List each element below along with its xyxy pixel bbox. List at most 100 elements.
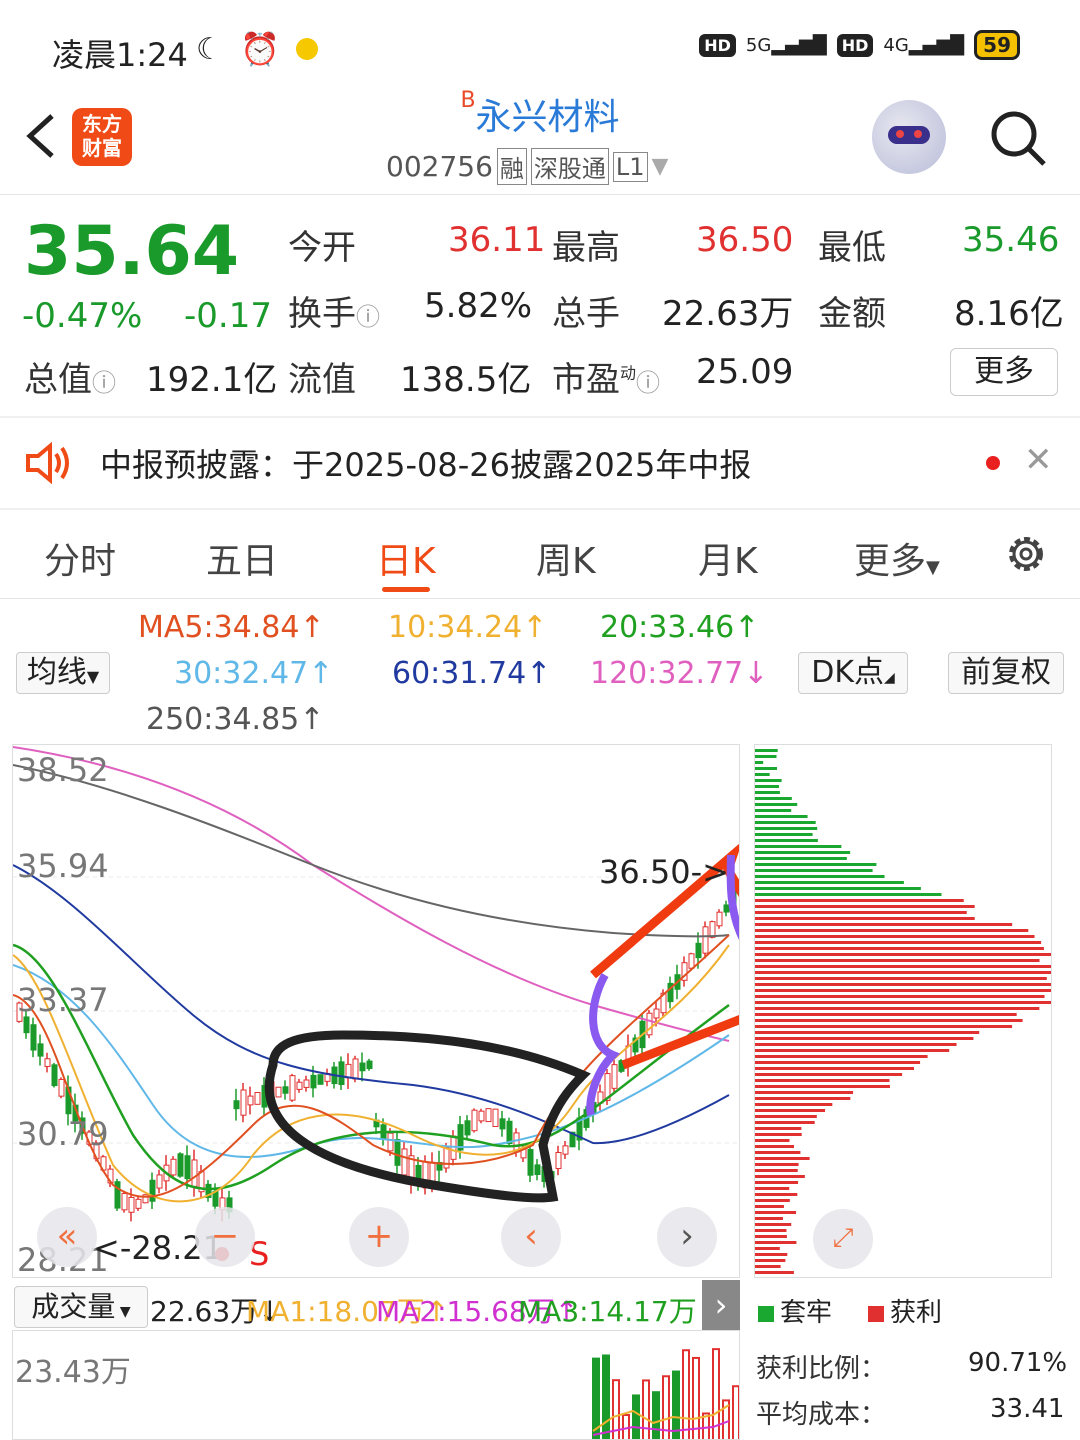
distribution-bar xyxy=(755,839,818,842)
candle-body xyxy=(387,1132,394,1152)
chip-distribution[interactable]: ⤢ xyxy=(754,744,1052,1278)
tab-five-day[interactable]: 五日 xyxy=(206,532,278,584)
distribution-bar xyxy=(755,827,818,830)
distribution-bar xyxy=(755,1019,1023,1022)
eastmoney-logo[interactable]: 东方 财富 xyxy=(72,108,132,166)
dk-point-button[interactable]: DK点◢ xyxy=(798,652,908,694)
distribution-bar xyxy=(755,1121,815,1124)
tab-intraday[interactable]: 分时 xyxy=(44,532,116,584)
high-label: 最高 xyxy=(552,228,620,268)
candle-body xyxy=(177,1153,184,1177)
pe-label: 市盈动ⓘ xyxy=(552,360,661,400)
ma5-value: MA5:34.84↑ xyxy=(138,610,325,645)
expand-icon[interactable]: ⤢ xyxy=(813,1209,873,1269)
y-label-4: 30.79 xyxy=(17,1115,109,1153)
plus-icon[interactable]: + xyxy=(349,1207,409,1267)
distribution-bar xyxy=(755,845,842,848)
distribution-bar xyxy=(755,1193,798,1196)
distribution-bar xyxy=(755,1205,784,1208)
distribution-bar xyxy=(755,1037,974,1040)
tab-monthly-k[interactable]: 月K xyxy=(698,532,758,584)
volume-ma3: MA3:14.17万↑ xyxy=(518,1295,721,1328)
stock-code-row[interactable]: 002756 融 深股通 L1 ▼ xyxy=(386,148,668,185)
expand-arrow-icon[interactable]: › xyxy=(702,1280,740,1330)
volume-selector[interactable]: 成交量 ▼ xyxy=(14,1286,148,1328)
ma30-value: 30:32.47↑ xyxy=(174,656,334,691)
rewind-icon[interactable]: « xyxy=(37,1207,97,1267)
volume-chart[interactable]: 23.43万 xyxy=(12,1330,740,1440)
chevron-down-icon: ▼ xyxy=(651,154,669,179)
signal-5g-icon: 5G▂▄▆█ xyxy=(745,34,827,56)
notice-text[interactable]: 中报预披露：于2025-08-26披露2025年中报 xyxy=(100,440,751,486)
y-label-3: 33.37 xyxy=(17,981,109,1019)
adjust-button[interactable]: 前复权 xyxy=(948,652,1064,694)
turnover-label: 换手ⓘ xyxy=(288,294,380,334)
distribution-bar xyxy=(755,791,780,794)
distribution-bar xyxy=(755,1175,805,1178)
distribution-bar xyxy=(755,1145,794,1148)
assistant-robot-icon[interactable] xyxy=(872,100,946,174)
ma-selector[interactable]: 均线▼ xyxy=(16,652,110,694)
tab-daily-k[interactable]: 日K xyxy=(376,532,436,584)
ma20-value: 20:33.46↑ xyxy=(600,610,760,645)
candle-body xyxy=(359,1062,366,1072)
distribution-bar xyxy=(755,779,782,782)
profit-ratio-value: 90.71% xyxy=(968,1348,1068,1378)
distribution-bar xyxy=(755,995,1045,998)
alarm-icon: ⏰ xyxy=(240,30,280,68)
ma120-line xyxy=(13,746,730,1042)
ma120-value: 120:32.77↓ xyxy=(590,656,769,691)
candle-body xyxy=(191,1159,198,1187)
volume-value: 22.63万 xyxy=(662,294,794,334)
candle-body xyxy=(303,1079,310,1088)
candle-body xyxy=(170,1158,177,1176)
candle-body xyxy=(275,1086,282,1098)
volume-ymax: 23.43万 xyxy=(15,1355,131,1390)
candle-body xyxy=(128,1196,135,1213)
candle-body xyxy=(212,1191,219,1207)
distribution-bar xyxy=(755,1109,826,1112)
candle-body xyxy=(233,1100,240,1110)
candle-body xyxy=(310,1074,317,1089)
ma10-value: 10:34.24↑ xyxy=(388,610,548,645)
search-icon[interactable] xyxy=(988,108,1048,168)
distribution-bar xyxy=(755,893,942,896)
distribution-bar xyxy=(755,1181,799,1184)
more-quote-button[interactable]: 更多 xyxy=(950,348,1058,396)
candle-body xyxy=(492,1108,499,1127)
candle-body xyxy=(723,904,730,913)
distribution-bar xyxy=(755,1055,928,1058)
tab-more[interactable]: 更多▼ xyxy=(854,532,940,584)
distribution-bar xyxy=(755,767,778,770)
tab-weekly-k[interactable]: 周K xyxy=(536,532,596,584)
distribution-bar xyxy=(755,1073,903,1076)
volume-label: 总手 xyxy=(552,294,620,334)
distribution-bar xyxy=(755,989,1051,992)
distribution-bar xyxy=(755,923,1013,926)
distribution-bar xyxy=(755,1043,957,1046)
distribution-bar xyxy=(755,773,770,776)
distribution-bar xyxy=(755,1103,833,1106)
distribution-bar xyxy=(755,1061,921,1064)
prev-icon[interactable]: ‹ xyxy=(501,1207,561,1267)
distribution-bar xyxy=(755,869,873,872)
distribution-bar xyxy=(755,1025,1013,1028)
minus-icon[interactable]: − xyxy=(195,1207,255,1267)
candle-body xyxy=(37,1043,44,1057)
candle-body xyxy=(527,1149,534,1176)
distribution-bar xyxy=(755,1151,801,1154)
candle-body xyxy=(345,1063,352,1079)
back-arrow-icon[interactable] xyxy=(22,112,66,160)
distribution-bar xyxy=(755,785,779,788)
kline-chart[interactable]: 38.52 35.94 33.37 30.79 28.21 36.50-> <-… xyxy=(12,744,740,1278)
y-label-2: 35.94 xyxy=(17,847,109,885)
distribution-bar xyxy=(755,1199,790,1202)
distribution-bar xyxy=(755,1085,890,1088)
settings-gear-icon[interactable] xyxy=(1002,530,1050,578)
close-icon[interactable]: ✕ xyxy=(1024,440,1053,480)
distribution-bar xyxy=(755,1133,802,1136)
distribution-bar xyxy=(755,1127,802,1130)
distribution-bar xyxy=(755,809,792,812)
next-icon[interactable]: › xyxy=(657,1207,717,1267)
battery-icon: 59 xyxy=(974,30,1020,60)
